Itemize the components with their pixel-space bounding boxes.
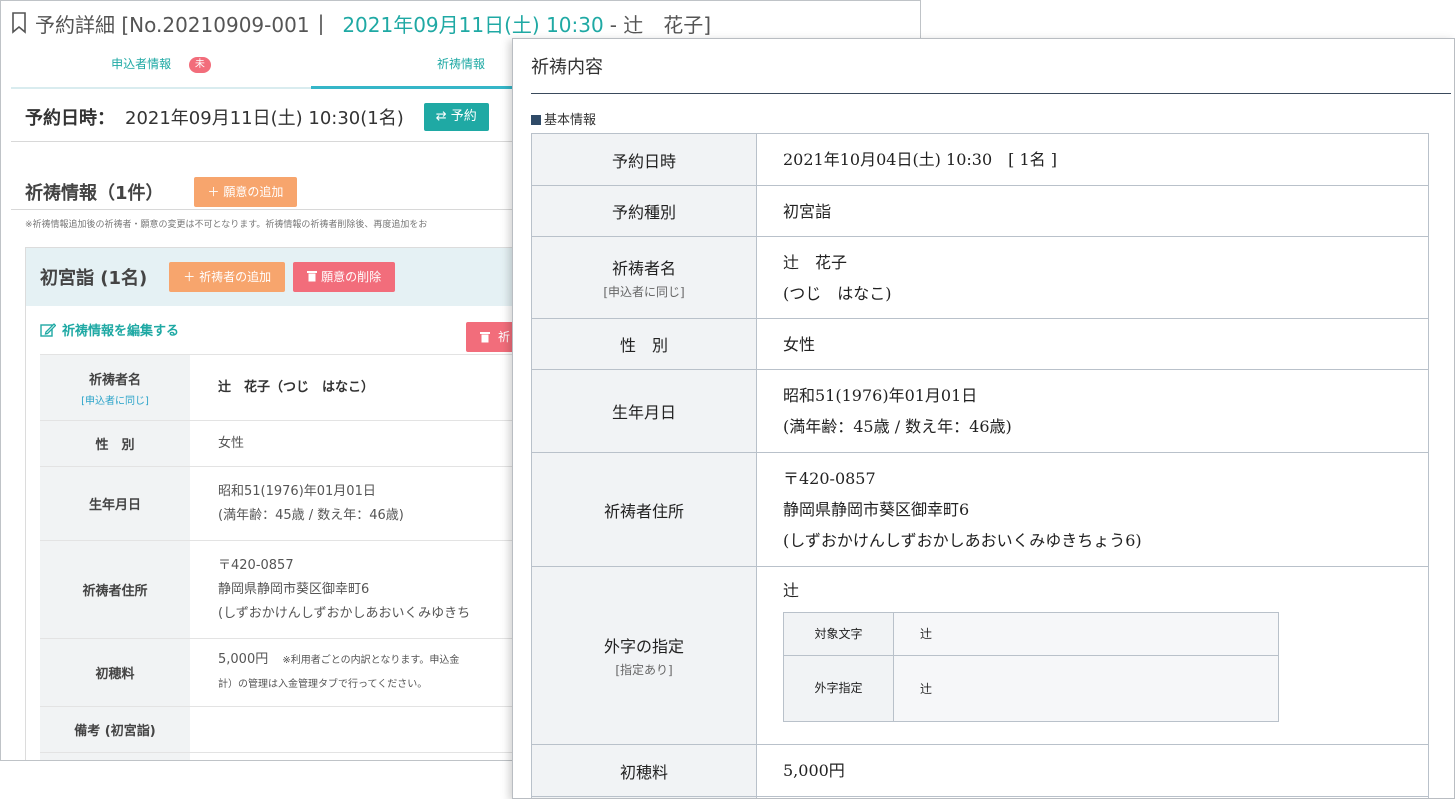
row-value: 初宮詣: [756, 185, 1429, 237]
prayer-person-kana: (つじ はなこ): [783, 283, 892, 303]
table-row: 祈祷者住所 〒420-0857 静岡県静岡市葵区御幸町6 (しずおかけんしずおか…: [531, 452, 1429, 567]
row-value: 昭和51(1976)年01月01日 (満年齢：45歳 / 数え年：46歳): [756, 369, 1429, 453]
row-label: 初穂料: [531, 744, 757, 797]
same-as-applicant-note: [申込者に同じ]: [81, 395, 149, 407]
delete-wish-label: 願意の削除: [321, 270, 382, 284]
row-label: [40, 752, 190, 760]
offering-amount: 5,000円: [218, 652, 269, 667]
title-date: 2021年09月11日(土) 10:30: [342, 12, 604, 37]
edit-prayer-info-link[interactable]: 祈祷情報を編集する: [40, 320, 179, 339]
prayer-info-header: 祈祷情報（1件） ＋ 願意の追加: [25, 177, 298, 207]
row-label: 祈祷者名 [申込者に同じ]: [531, 236, 757, 319]
prayer-person-name: 辻 花子: [783, 252, 848, 272]
gaiji-target-label: 対象文字: [783, 612, 894, 656]
same-as-applicant-note: [申込者に同じ]: [603, 285, 685, 299]
basic-info-section-label: 基本情報: [531, 109, 596, 128]
row-label: 予約日時: [531, 133, 757, 186]
prayer-content-title: 祈祷内容: [531, 57, 603, 78]
row-label: 生年月日: [40, 466, 190, 541]
row-label: 初穂料: [40, 638, 190, 707]
row-value: 辻 花子 (つじ はなこ): [756, 236, 1429, 319]
square-bullet-icon: [531, 115, 541, 125]
reservation-datetime-value: 2021年09月11日(土) 10:30(1名): [125, 108, 404, 129]
table-row: 対象文字 辻: [783, 612, 1279, 656]
table-row: 生年月日 昭和51(1976)年01月01日 (満年齢：45歳 / 数え年：46…: [531, 369, 1429, 453]
title-separator: |: [317, 11, 325, 35]
tab-label: 祈祷情報: [436, 57, 485, 71]
row-label: 祈祷者住所: [40, 540, 190, 639]
row-label-text: 外字の指定: [603, 637, 684, 656]
reservation-datetime-row: 予約日時： 2021年09月11日(土) 10:30(1名) ⇄ 予約: [25, 101, 489, 133]
hatsumiyamairi-title: 初宮詣 (1名): [40, 268, 148, 289]
row-label: 外字の指定 [指定あり]: [531, 566, 757, 745]
prayer-content-window: 祈祷内容 基本情報 予約日時 2021年10月04日(土) 10:30 [ 1名…: [512, 38, 1455, 799]
specified-note: [指定あり]: [615, 663, 673, 677]
delete-person-label: 祈: [498, 330, 511, 344]
reservation-datetime-label: 予約日時：: [25, 108, 115, 129]
row-label: 祈祷者名 [申込者に同じ]: [40, 354, 190, 421]
trash-icon: [480, 332, 490, 343]
row-label-text: 祈祷者名: [88, 372, 141, 388]
title-prefix: 予約詳細 [No.20210909-001: [35, 12, 310, 37]
row-value: 〒420-0857 静岡県静岡市葵区御幸町6 (しずおかけんしずおかしあおいくみ…: [756, 452, 1429, 567]
row-value: 5,000円: [756, 744, 1429, 797]
address: 静岡県静岡市葵区御幸町6: [783, 500, 970, 519]
bookmark-icon[interactable]: [11, 12, 27, 34]
add-person-button[interactable]: ＋ 祈祷者の追加: [169, 262, 286, 292]
row-value: 女性: [756, 318, 1429, 370]
age-info: (満年齢：45歳 / 数え年：46歳): [783, 417, 1012, 436]
table-row: 予約日時 2021年10月04日(土) 10:30 [ 1名 ]: [531, 133, 1429, 186]
trash-icon: [307, 271, 318, 282]
edit-icon: [40, 322, 56, 337]
title-suffix: - 辻 花子]: [609, 12, 712, 37]
table-row: 初穂料 5,000円: [531, 744, 1429, 797]
tab-label: 申込者情報: [111, 57, 172, 71]
gaiji-table: 対象文字 辻 外字指定 辻: [783, 612, 1279, 722]
gaiji-spec-value: 辻: [893, 655, 1279, 722]
gaiji-spec-label: 外字指定: [783, 655, 894, 722]
gaiji-target-value: 辻: [893, 612, 1279, 656]
table-row: 性 別 女性: [531, 318, 1429, 370]
row-label: 生年月日: [531, 369, 757, 453]
delete-wish-button[interactable]: 願意の削除: [293, 262, 396, 292]
postal-code: 〒420-0857: [783, 469, 876, 488]
address-kana: (しずおかけんしずおかしあおいくみゆきちょう6): [783, 531, 1142, 550]
add-wish-button[interactable]: ＋ 願意の追加: [193, 177, 298, 207]
prayer-person-name: 辻 花子（つじ はなこ）: [218, 379, 375, 395]
row-value: 2021年10月04日(土) 10:30 [ 1名 ]: [756, 133, 1429, 186]
section-title: 基本情報: [544, 113, 597, 128]
divider: [531, 93, 1451, 94]
change-reservation-button[interactable]: ⇄ 予約: [423, 103, 489, 131]
table-row: 外字の指定 [指定あり] 辻 対象文字 辻 外字指定 辻: [531, 566, 1429, 745]
table-row: 外字指定 辻: [783, 655, 1279, 722]
prayer-info-note: ※祈祷情報追加後の祈祷者・願意の変更は不可となります。祈祷情報の祈祷者削除後、再…: [25, 220, 428, 230]
table-row: 祈祷者名 [申込者に同じ] 辻 花子 (つじ はなこ): [531, 236, 1429, 319]
row-value: 辻 対象文字 辻 外字指定 辻: [756, 566, 1429, 745]
gaiji-character: 辻: [783, 581, 800, 600]
row-label: 性 別: [531, 318, 757, 370]
unread-badge: 未: [188, 57, 211, 73]
edit-prayer-info-label: 祈祷情報を編集する: [62, 324, 180, 339]
table-row: 予約種別 初宮詣: [531, 185, 1429, 237]
row-label: 予約種別: [531, 185, 757, 237]
birth-date: 昭和51(1976)年01月01日: [783, 386, 978, 405]
prayer-info-title: 祈祷情報（1件）: [25, 183, 164, 204]
basic-info-table: 予約日時 2021年10月04日(土) 10:30 [ 1名 ] 予約種別 初宮…: [531, 133, 1429, 798]
row-label: 祈祷者住所: [531, 452, 757, 567]
tab-applicant-info[interactable]: 申込者情報 未: [11, 45, 311, 89]
row-label-text: 祈祷者名: [611, 259, 676, 278]
row-label: 備考 (初宮詣): [40, 706, 190, 753]
offering-note: ※利用者ごとの内訳となります。申込金: [282, 655, 460, 666]
row-label: 性 別: [40, 420, 190, 467]
